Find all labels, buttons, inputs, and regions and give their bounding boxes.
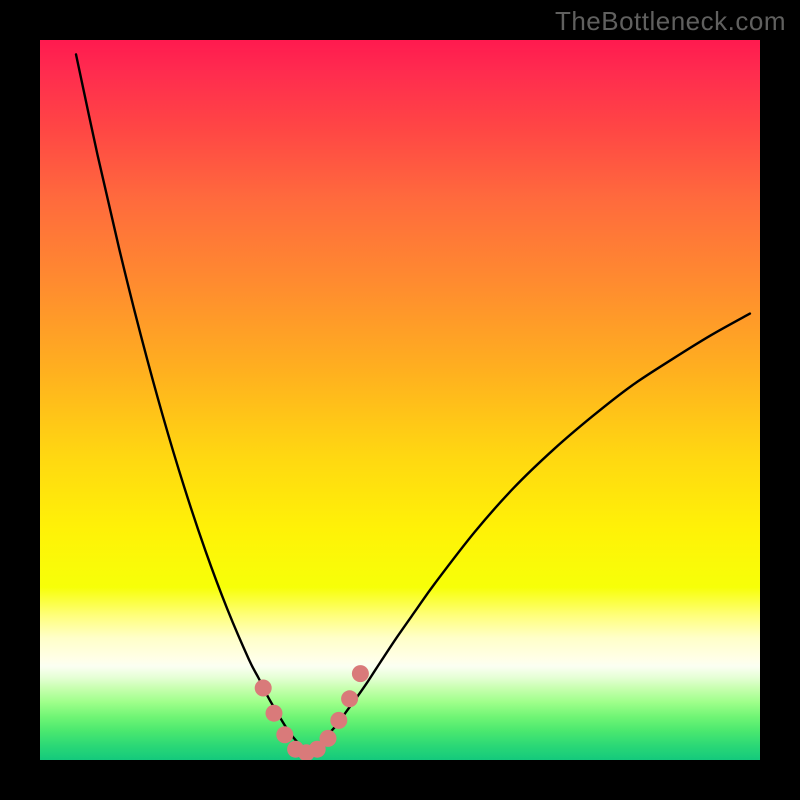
highlight-dot: [330, 712, 347, 729]
highlight-dot: [320, 730, 337, 747]
watermark-text: TheBottleneck.com: [555, 6, 786, 37]
curve-right: [308, 314, 750, 753]
highlight-dot: [255, 680, 272, 697]
highlight-dot: [341, 690, 358, 707]
chart-frame: TheBottleneck.com: [0, 0, 800, 800]
highlight-dot: [276, 726, 293, 743]
highlight-dots: [255, 665, 369, 760]
highlight-dot: [266, 705, 283, 722]
curve-left: [76, 54, 308, 752]
chart-curves-layer: [40, 40, 760, 760]
highlight-dot: [352, 665, 369, 682]
